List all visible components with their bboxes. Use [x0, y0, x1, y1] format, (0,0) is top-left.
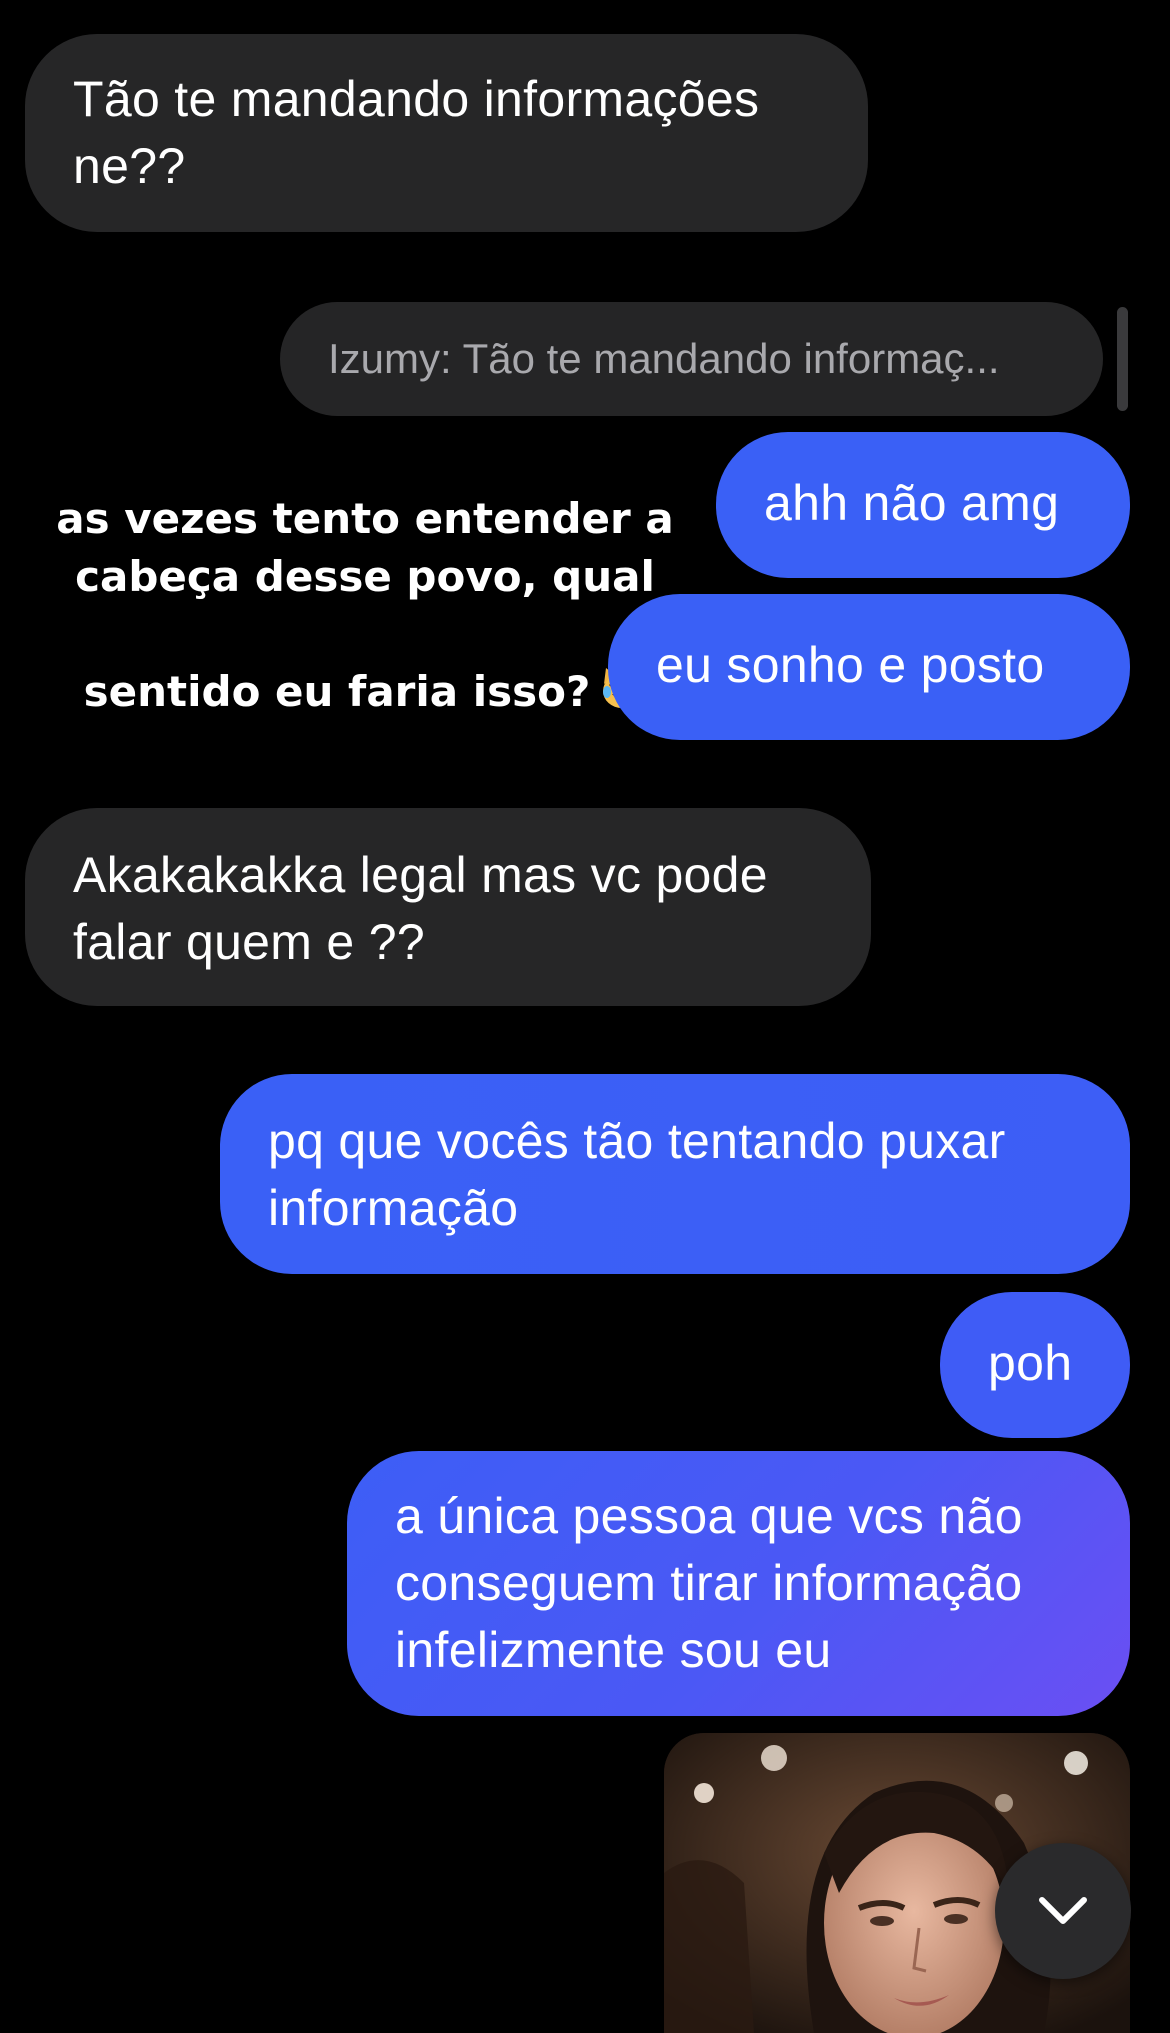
outgoing-message-bubble[interactable]: eu sonho e posto: [608, 594, 1130, 740]
chevron-down-icon: [1039, 1897, 1087, 1924]
overlay-caption: as vezes tento entender a cabeça desse p…: [40, 432, 690, 727]
outgoing-message-bubble[interactable]: a única pessoa que vcs não conseguem tir…: [347, 1451, 1130, 1716]
outgoing-message-bubble[interactable]: ahh não amg: [716, 432, 1130, 578]
scroll-to-bottom-button[interactable]: [995, 1843, 1131, 1979]
incoming-message-bubble[interactable]: Tão te mandando informações ne??: [25, 34, 868, 232]
outgoing-message-bubble[interactable]: poh: [940, 1292, 1130, 1438]
incoming-message-bubble[interactable]: Akakakakka legal mas vc pode falar quem …: [25, 808, 871, 1006]
overlay-caption-text: as vezes tento entender a cabeça desse p…: [56, 494, 674, 716]
reply-indicator-bar: [1117, 307, 1128, 411]
outgoing-message-bubble[interactable]: pq que vocês tão tentando puxar informaç…: [220, 1074, 1130, 1274]
reply-preview[interactable]: Izumy: Tão te mandando informaç...: [280, 302, 1103, 416]
